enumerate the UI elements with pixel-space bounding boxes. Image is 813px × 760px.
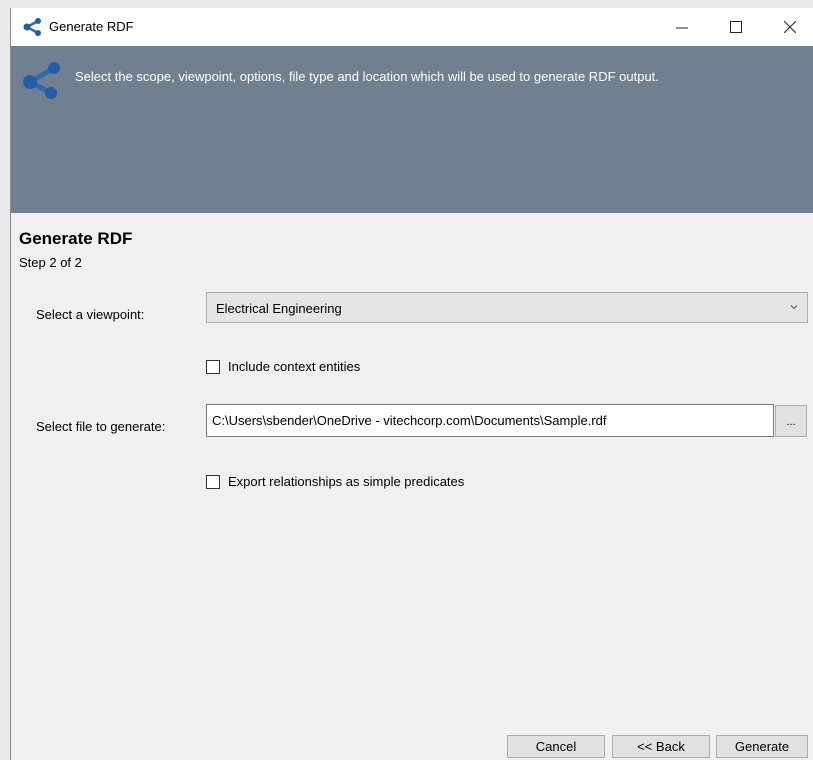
wizard-banner: Select the scope, viewpoint, options, fi… — [11, 46, 813, 213]
cancel-button[interactable]: Cancel — [507, 735, 605, 758]
background-strip — [0, 0, 813, 8]
file-label: Select file to generate: — [36, 419, 166, 434]
rdf-graph-icon — [21, 60, 63, 100]
browse-button[interactable]: ... — [775, 405, 807, 437]
viewpoint-select[interactable]: Electrical Engineering — [206, 292, 808, 323]
viewpoint-label: Select a viewpoint: — [36, 307, 145, 322]
export-predicates-option[interactable]: Export relationships as simple predicate… — [206, 474, 464, 489]
include-context-label: Include context entities — [228, 359, 361, 374]
back-button[interactable]: << Back — [612, 735, 710, 758]
close-icon — [784, 21, 796, 33]
banner-description: Select the scope, viewpoint, options, fi… — [75, 69, 659, 84]
maximize-button[interactable] — [713, 8, 759, 46]
window-title: Generate RDF — [49, 19, 134, 34]
close-button[interactable] — [767, 8, 813, 46]
title-bar: Generate RDF — [11, 8, 813, 46]
chevron-down-icon — [790, 305, 798, 310]
page-title: Generate RDF — [19, 229, 133, 248]
wizard-content: Generate RDF Step 2 of 2 Select a viewpo… — [11, 213, 813, 760]
viewpoint-selected-value: Electrical Engineering — [216, 301, 342, 316]
export-predicates-checkbox[interactable] — [206, 474, 220, 489]
minimize-icon — [676, 27, 688, 29]
rdf-graph-icon — [23, 18, 43, 36]
generate-button[interactable]: Generate — [716, 735, 808, 758]
dialog-window: Generate RDF Select the scope, viewpoint… — [10, 8, 813, 760]
include-context-option[interactable]: Include context entities — [206, 359, 360, 374]
export-predicates-label: Export relationships as simple predicate… — [228, 474, 465, 489]
minimize-button[interactable] — [659, 8, 705, 46]
maximize-icon — [730, 21, 742, 33]
step-indicator: Step 2 of 2 — [19, 255, 82, 270]
file-path-input[interactable] — [206, 404, 774, 437]
include-context-checkbox[interactable] — [206, 359, 220, 374]
